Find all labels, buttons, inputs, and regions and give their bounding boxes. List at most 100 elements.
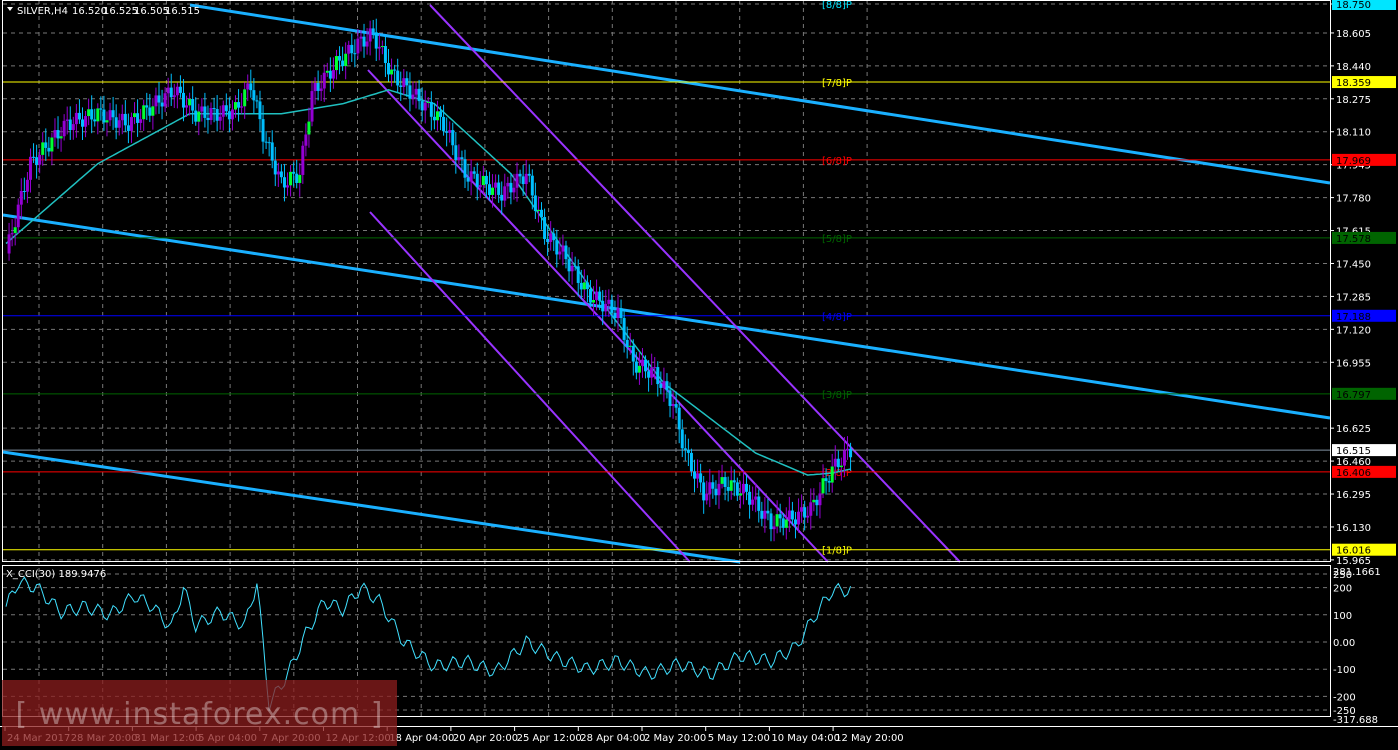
candle-bull <box>133 113 137 118</box>
candle-bull <box>561 245 565 252</box>
price-label: 17.780 <box>1336 194 1371 205</box>
candle-bull <box>322 72 326 89</box>
candle-bear <box>90 109 94 120</box>
candle-bull <box>65 119 69 121</box>
candle-bull <box>846 448 849 451</box>
candle-bull <box>185 105 189 108</box>
candle-bear <box>674 404 678 408</box>
candle-bear <box>383 46 387 64</box>
candle-bear <box>647 371 651 378</box>
candle-bear <box>136 113 140 123</box>
candle-bear <box>362 36 366 47</box>
candle-bull <box>717 483 721 496</box>
price-label: 18.110 <box>1336 128 1371 139</box>
candle-bear <box>316 83 320 91</box>
candle-bear <box>466 177 470 182</box>
candle-bull <box>25 179 29 192</box>
candle-bear <box>472 171 476 174</box>
candle-bull <box>74 112 78 125</box>
murrey-level-label: [4/8]P <box>822 312 852 323</box>
candle-bull <box>720 477 724 484</box>
cci-axis-label: -317.688 <box>1333 715 1378 726</box>
candle-bull <box>515 173 519 188</box>
candle-bull <box>411 94 415 99</box>
candle-bull <box>129 117 133 131</box>
candle-bull <box>797 511 801 525</box>
candle-bear <box>255 100 259 102</box>
candle-bull <box>494 182 498 188</box>
ohlc-close: 16.515 <box>165 6 200 17</box>
symbol-label: SILVER,H4 <box>17 6 68 17</box>
candle-bull <box>595 291 599 300</box>
candle-bear <box>123 113 127 126</box>
price-chart[interactable]: [8/8]P[7/8]P[6/8]P[5/8]P[4/8]P[3/8]P[2/8… <box>0 0 1398 749</box>
candle-bear <box>393 69 397 71</box>
candle-bear <box>656 367 660 385</box>
candle-bull <box>390 69 394 75</box>
candle-bull <box>839 465 843 468</box>
candle-bull <box>87 109 91 117</box>
candle-bull <box>604 303 608 312</box>
candle-bear <box>748 491 752 505</box>
trend-line[interactable] <box>2 450 741 564</box>
candle-bull <box>10 233 14 235</box>
candle-bear <box>451 130 455 146</box>
candle-bear <box>267 142 271 144</box>
price-label: 18.605 <box>1336 29 1371 40</box>
menu-triangle-icon[interactable] <box>7 7 13 11</box>
candle-bear <box>693 471 696 479</box>
candle-bear <box>374 32 378 49</box>
candle-bear <box>212 108 216 110</box>
candle-bear <box>203 106 207 118</box>
candle-bear <box>432 116 436 121</box>
ohlc-high: 16.525 <box>103 6 138 17</box>
candle-bear <box>711 482 715 489</box>
candle-bull <box>197 111 201 122</box>
channel-line[interactable] <box>369 211 691 563</box>
candle-bear <box>114 117 118 128</box>
candle-bear <box>564 245 568 260</box>
candle-bear <box>827 481 831 483</box>
candle-bear <box>227 111 231 120</box>
candle-bull <box>536 209 540 212</box>
candle-bear <box>178 86 182 93</box>
candle-bear <box>533 195 537 212</box>
candle-bear <box>252 90 256 101</box>
candle-bull <box>175 86 179 96</box>
candle-bear <box>191 98 195 111</box>
candle-bull <box>607 299 611 304</box>
candle-bear <box>849 448 853 458</box>
candle-bear <box>824 478 828 482</box>
candle-bear <box>735 482 739 496</box>
candle-bull <box>377 46 381 49</box>
candle-bear <box>22 190 26 192</box>
candle-bull <box>200 106 204 112</box>
candle-bear <box>396 70 400 86</box>
candle-bull <box>662 381 666 388</box>
candle-bear <box>264 141 268 143</box>
price-label: 16.625 <box>1336 424 1371 435</box>
candle-bull <box>7 234 11 254</box>
candle-bull <box>120 113 124 121</box>
candle-bear <box>258 101 262 120</box>
price-label: 16.295 <box>1336 490 1371 501</box>
time-label: 20 Apr 20:00 <box>453 733 518 744</box>
murrey-level-label: [8/8]P <box>822 0 852 11</box>
indicator-label: X_CCI(30) 189.9476 <box>6 569 106 580</box>
candle-bear <box>169 87 173 98</box>
candle-bear <box>99 108 103 110</box>
candle-bear <box>668 390 672 406</box>
candle-bull <box>448 130 452 133</box>
murrey-level-label: [3/8]P <box>822 390 852 401</box>
trend-lines[interactable] <box>2 3 1331 564</box>
candle-bear <box>527 173 531 176</box>
candle-bull <box>763 510 767 519</box>
candle-bear <box>445 131 449 133</box>
cci-axis-label: 250 <box>1333 570 1352 581</box>
candle-bull <box>741 483 745 494</box>
candle-bear <box>35 157 39 165</box>
candle-bear <box>126 125 130 131</box>
candle-bear <box>279 171 283 178</box>
price-label: 17.450 <box>1336 259 1371 270</box>
murrey-price-tag-text: 18.359 <box>1336 78 1371 89</box>
